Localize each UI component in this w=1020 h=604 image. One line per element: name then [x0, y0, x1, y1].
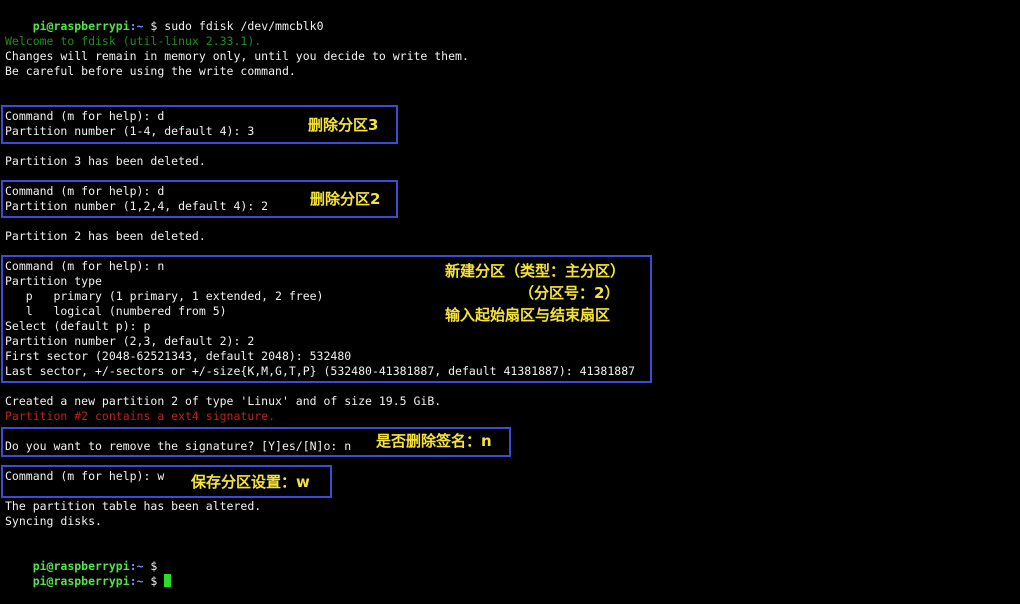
prompt-line: pi@raspberrypi:~ $ [5, 544, 158, 573]
prompt-line-active[interactable]: pi@raspberrypi:~ $ [5, 559, 172, 588]
output-line: Partition 3 has been deleted. [5, 154, 206, 168]
prompt-line-command: pi@raspberrypi:~ $ sudo fdisk /dev/mmcbl… [5, 4, 324, 33]
output-line: The partition table has been altered. [5, 499, 262, 513]
prompt-path: :~ [129, 19, 144, 33]
output-line: Syncing disks. [5, 514, 102, 528]
annotation-new-partition-type: 新建分区（类型：主分区） [445, 262, 626, 280]
output-line: Partition 2 has been deleted. [5, 229, 206, 243]
annotation-save-settings: 保存分区设置：w [191, 473, 310, 491]
prompt-dollar: $ [143, 19, 158, 33]
prompt-path: :~ [129, 574, 144, 588]
prompt-user-host: pi@raspberrypi [32, 19, 130, 33]
prompt-dollar: $ [143, 574, 158, 588]
terminal-window[interactable]: pi@raspberrypi:~ $ sudo fdisk /dev/mmcbl… [0, 0, 1020, 592]
annotation-delete-partition-3: 删除分区3 [308, 116, 379, 134]
warning-line: Partition #2 contains a ext4 signature. [5, 409, 276, 423]
welcome-line: Welcome to fdisk (util-linux 2.33.1). [5, 34, 262, 48]
prompt-user-host: pi@raspberrypi [32, 574, 130, 588]
output-line: Be careful before using the write comman… [5, 64, 296, 78]
output-line: Created a new partition 2 of type 'Linux… [5, 394, 442, 408]
annotation-delete-partition-2: 删除分区2 [310, 190, 381, 208]
output-line: Changes will remain in memory only, unti… [5, 49, 469, 63]
typed-command: sudo fdisk /dev/mmcblk0 [157, 19, 324, 33]
annotation-partition-number: （分区号：2） [519, 284, 620, 302]
annotation-remove-signature: 是否删除签名：n [376, 432, 492, 450]
annotation-sector-input: 输入起始扇区与结束扇区 [445, 306, 611, 324]
terminal-cursor [164, 574, 172, 587]
